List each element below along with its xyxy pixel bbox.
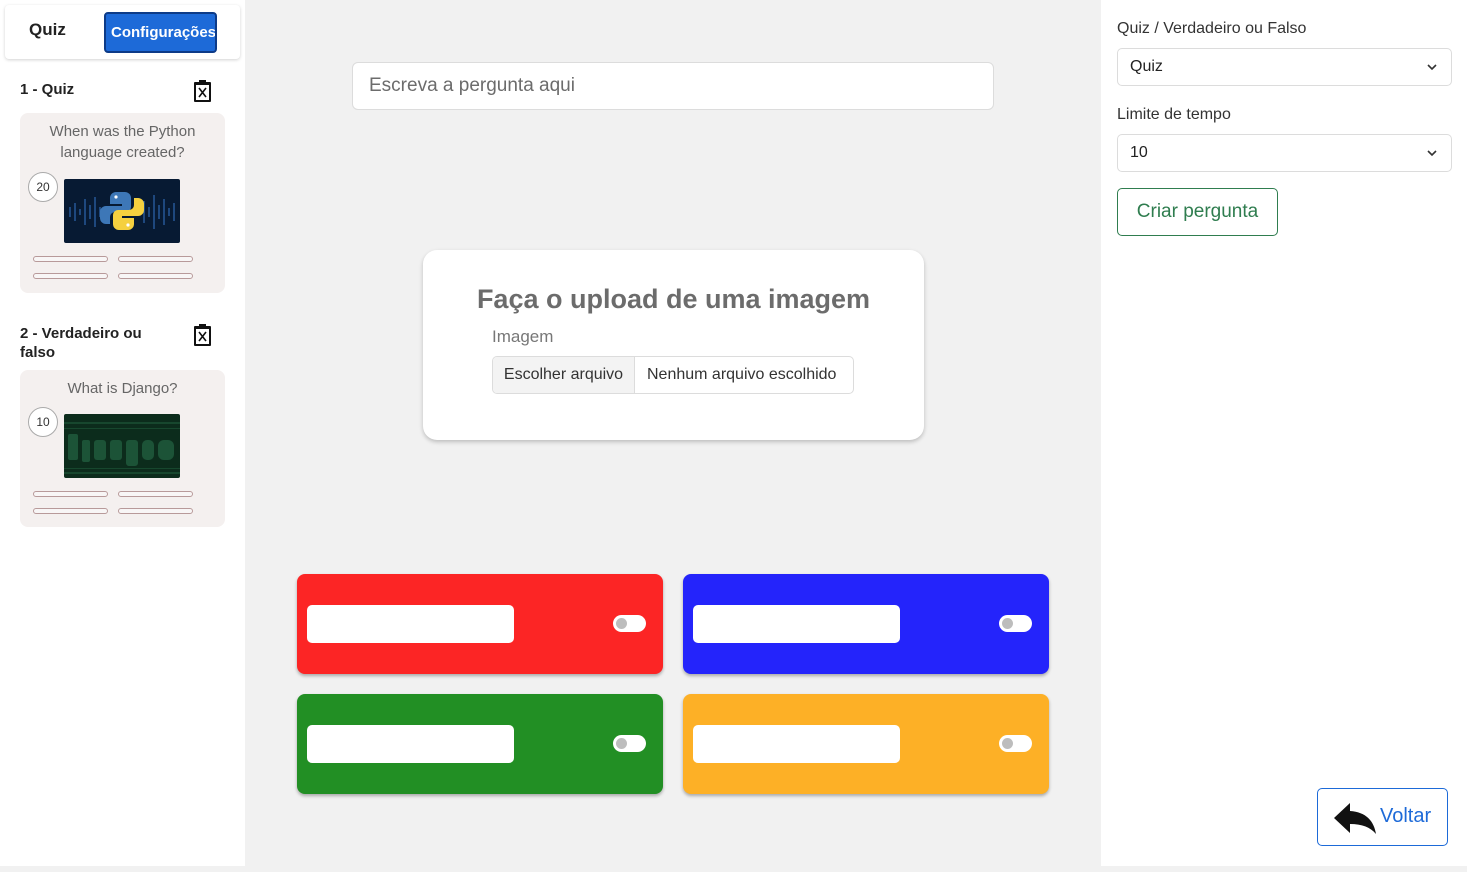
reply-arrow-icon	[1334, 803, 1376, 834]
image-upload-card: Faça o upload de uma imagem Imagem Escol…	[423, 250, 924, 440]
question-type-select[interactable]: Quiz	[1117, 48, 1452, 86]
choose-file-button[interactable]: Escolher arquivo	[493, 357, 635, 393]
upload-title: Faça o upload de uma imagem	[476, 284, 871, 314]
delete-question-2-icon[interactable]	[194, 324, 211, 346]
question-1-card[interactable]: When was the Python language created? 20	[20, 113, 225, 293]
chevron-down-icon	[1427, 64, 1437, 71]
tab-quiz[interactable]: Quiz	[29, 20, 66, 40]
answer-1-input[interactable]	[307, 605, 514, 643]
question-2-card[interactable]: What is Django? 10	[20, 370, 225, 527]
image-label: Imagem	[492, 327, 554, 346]
answer-2-input[interactable]	[693, 605, 900, 643]
time-limit-value: 10	[1130, 144, 1148, 161]
question-sidebar: Quiz Configurações 1 - Quiz When was the…	[0, 0, 245, 866]
delete-question-1-icon[interactable]	[194, 80, 211, 102]
django-logo-thumbnail	[64, 414, 180, 478]
question-1-header: 1 - Quiz	[20, 81, 75, 98]
answer-placeholder-line	[118, 273, 193, 279]
question-type-value: Quiz	[1130, 58, 1163, 75]
answer-4-correct-toggle[interactable]	[999, 735, 1032, 752]
question-2-text: What is Django?	[67, 380, 178, 397]
answer-4-box	[683, 694, 1049, 794]
answer-3-input[interactable]	[307, 725, 514, 763]
question-1-text: When was the Python language created?	[49, 123, 196, 161]
create-question-button[interactable]: Criar pergunta	[1117, 188, 1278, 236]
back-button[interactable]: Voltar	[1317, 788, 1448, 846]
file-name-text: Nenhum arquivo escolhido	[647, 366, 837, 383]
answer-placeholder-line	[33, 491, 108, 497]
answer-2-correct-toggle[interactable]	[999, 615, 1032, 632]
question-input[interactable]	[352, 62, 994, 110]
answer-placeholder-line	[33, 508, 108, 514]
answer-1-correct-toggle[interactable]	[613, 615, 646, 632]
question-type-label: Quiz / Verdadeiro ou Falso	[1117, 20, 1307, 37]
answer-4-input[interactable]	[693, 725, 900, 763]
tab-configuracoes[interactable]: Configurações	[104, 12, 217, 53]
answer-3-correct-toggle[interactable]	[613, 735, 646, 752]
python-logo-thumbnail	[64, 179, 180, 243]
sidebar-tabs: Quiz Configurações	[5, 5, 240, 59]
answer-placeholder-line	[33, 256, 108, 262]
answer-3-box	[297, 694, 663, 794]
image-file-input[interactable]: Escolher arquivo Nenhum arquivo escolhid…	[492, 356, 854, 394]
answer-placeholder-line	[118, 491, 193, 497]
question-2-header: 2 - Verdadeiro ou falso	[20, 325, 142, 361]
answer-1-box	[297, 574, 663, 674]
chevron-down-icon	[1427, 150, 1437, 157]
question-2-time: 10	[28, 407, 58, 437]
back-button-label: Voltar	[1380, 805, 1432, 827]
question-1-time: 20	[28, 172, 58, 202]
time-limit-select[interactable]: 10	[1117, 134, 1452, 172]
answer-placeholder-line	[118, 508, 193, 514]
time-limit-label: Limite de tempo	[1117, 106, 1231, 123]
answer-2-box	[683, 574, 1049, 674]
answer-placeholder-line	[118, 256, 193, 262]
answer-placeholder-line	[33, 273, 108, 279]
settings-panel: Quiz / Verdadeiro ou Falso Quiz Limite d…	[1101, 0, 1467, 866]
